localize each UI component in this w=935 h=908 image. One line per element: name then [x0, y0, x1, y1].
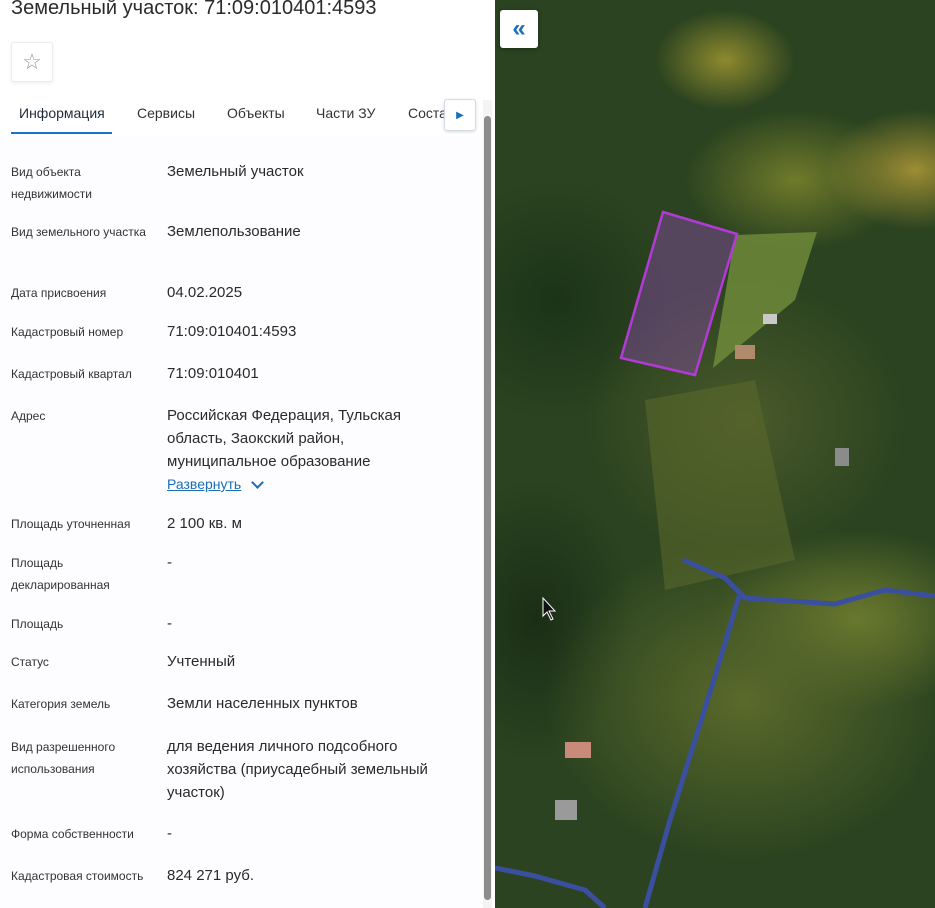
- info-table: Вид объекта недвижимости Земельный участ…: [0, 136, 480, 908]
- value-cadastral-number: 71:09:010401:4593: [167, 323, 297, 340]
- tab-bar: Информация Сервисы Объекты Части ЗУ Сост…: [0, 98, 480, 137]
- house-marker: [555, 800, 577, 820]
- house-marker: [565, 742, 591, 758]
- satellite-map[interactable]: [495, 0, 935, 908]
- tabs-next-button[interactable]: ▶: [444, 99, 476, 131]
- page-title: Земельный участок: 71:09:010401:4593: [11, 0, 377, 19]
- mouse-cursor-icon: [542, 596, 557, 621]
- label-area: Площадь: [11, 617, 64, 631]
- tab-objects[interactable]: Объекты: [227, 105, 285, 121]
- value-land-category: Земли населенных пунктов: [167, 695, 358, 712]
- label-cadastral-value: Кадастровая стоимость: [11, 869, 144, 883]
- house-marker: [835, 448, 849, 466]
- road: [495, 865, 607, 908]
- value-cadastral-value: 824 271 руб.: [167, 867, 254, 884]
- house-marker: [763, 314, 777, 324]
- label-land-type: Вид земельного участка: [11, 225, 146, 239]
- field-area: [645, 380, 795, 590]
- value-ownership: -: [167, 825, 172, 842]
- value-object-type: Земельный участок: [167, 163, 304, 180]
- label-ownership: Форма собственности: [11, 827, 134, 841]
- value-address: Российская Федерация, Тульская область, …: [167, 407, 402, 470]
- label-area-declared: Площадь декларированная: [11, 556, 110, 592]
- scrollbar-thumb[interactable]: [484, 116, 491, 900]
- tab-information[interactable]: Информация: [19, 105, 105, 121]
- value-assign-date: 04.02.2025: [167, 284, 243, 301]
- house-marker: [735, 345, 755, 359]
- label-cadastral-number: Кадастровый номер: [11, 325, 124, 339]
- value-cadastral-quarter: 71:09:010401: [167, 365, 259, 382]
- map-overlay: [495, 210, 935, 908]
- label-address: Адрес: [11, 409, 46, 423]
- label-assign-date: Дата присвоения: [11, 286, 107, 300]
- label-permitted-use: Вид разрешенного использования: [11, 740, 116, 776]
- caret-right-icon: ▶: [456, 109, 464, 121]
- value-permitted-use: для ведения личного подсобного хозяйства…: [167, 738, 428, 801]
- value-area-declared: -: [167, 554, 172, 571]
- value-status: Учтенный: [167, 653, 236, 670]
- label-cadastral-quarter: Кадастровый квартал: [11, 367, 132, 381]
- active-tab-indicator: [11, 132, 112, 134]
- label-land-category: Категория земель: [11, 697, 111, 711]
- value-land-type: Землепользование: [167, 223, 301, 240]
- collapse-panel-button[interactable]: «: [500, 10, 538, 48]
- address-expand-link[interactable]: Развернуть: [167, 476, 241, 492]
- favorite-button[interactable]: ☆: [11, 42, 53, 82]
- tab-parts[interactable]: Части ЗУ: [316, 105, 375, 121]
- value-area-refined: 2 100 кв. м: [167, 515, 242, 532]
- tab-services[interactable]: Сервисы: [137, 105, 195, 121]
- value-area: -: [167, 615, 172, 632]
- label-area-refined: Площадь уточненная: [11, 517, 131, 531]
- label-object-type: Вид объекта недвижимости: [11, 165, 92, 201]
- road: [642, 595, 742, 908]
- info-panel: Земельный участок: 71:09:010401:4593 ☆ И…: [0, 0, 495, 908]
- star-icon: ☆: [22, 49, 42, 74]
- double-chevron-left-icon: «: [512, 15, 526, 42]
- label-status: Статус: [11, 655, 49, 669]
